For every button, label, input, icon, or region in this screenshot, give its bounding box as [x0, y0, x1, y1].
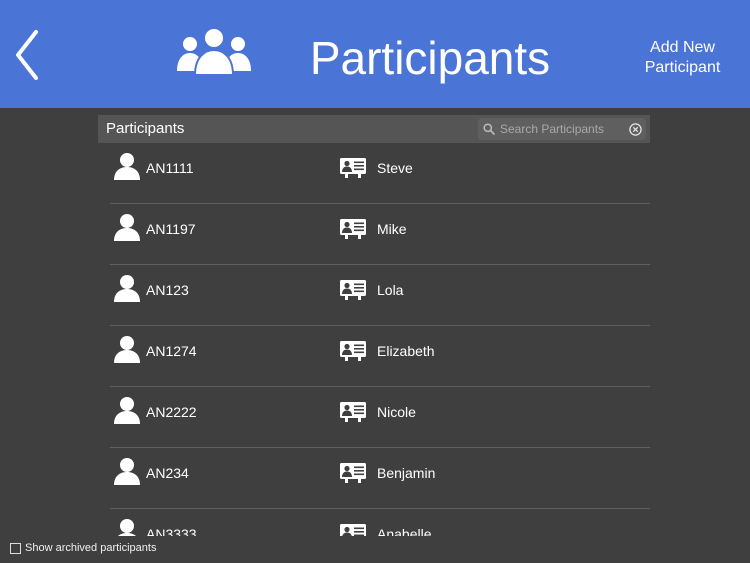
participant-name: Benjamin — [377, 465, 436, 481]
participant-name: Mike — [377, 221, 407, 237]
participant-name: Nicole — [377, 404, 416, 420]
participant-id: AN2222 — [146, 404, 197, 420]
participant-id: AN3333 — [146, 526, 197, 536]
participant-id: AN123 — [146, 282, 189, 298]
back-button[interactable] — [8, 26, 48, 84]
participant-id: AN1111 — [146, 160, 194, 176]
page-title: Participants — [309, 32, 551, 84]
contact-card-icon — [340, 341, 366, 361]
participants-list-header: Participants — [98, 115, 650, 143]
search-icon — [483, 123, 495, 135]
participant-row[interactable]: AN1274 Elizabeth — [110, 326, 650, 387]
participant-row[interactable]: AN3333 Anabelle — [110, 509, 650, 536]
contact-card-icon — [340, 158, 366, 178]
show-archived-label: Show archived participants — [25, 542, 157, 554]
app-header: Participants Add New Participant — [0, 0, 750, 108]
list-title: Participants — [106, 120, 185, 137]
contact-card-icon — [340, 524, 366, 536]
add-participant-button[interactable]: Add New Participant — [625, 38, 740, 78]
contact-card-icon — [340, 219, 366, 239]
person-icon — [114, 153, 140, 180]
participant-row[interactable]: AN2222 Nicole — [110, 387, 650, 448]
contact-card-icon — [340, 402, 366, 422]
person-icon — [114, 214, 140, 241]
person-icon — [114, 397, 140, 424]
participant-id: AN1197 — [146, 221, 196, 237]
participant-name: Lola — [377, 282, 404, 298]
participant-id: AN1274 — [146, 343, 197, 359]
person-icon — [114, 336, 140, 363]
participant-row[interactable]: AN234 Benjamin — [110, 448, 650, 509]
participant-name: Steve — [377, 160, 413, 176]
participant-name: Elizabeth — [377, 343, 435, 359]
person-icon — [118, 519, 136, 536]
chevron-left-icon — [16, 30, 38, 80]
contact-card-icon — [340, 463, 366, 483]
search-input[interactable] — [498, 118, 628, 140]
participant-name: Anabelle — [377, 526, 432, 536]
participant-id: AN234 — [146, 465, 189, 481]
person-icon — [114, 275, 140, 302]
participant-row[interactable]: AN1197 Mike — [110, 204, 650, 265]
group-icon — [174, 25, 254, 77]
person-icon — [114, 458, 140, 485]
participant-row[interactable]: AN123 Lola — [110, 265, 650, 326]
clear-search-icon[interactable] — [629, 123, 642, 136]
show-archived-checkbox[interactable] — [10, 543, 21, 554]
search-box[interactable] — [478, 118, 646, 140]
participant-row[interactable]: AN1111 Steve — [110, 143, 650, 204]
contact-card-icon — [340, 280, 366, 300]
participants-list[interactable]: AN1111 Steve AN1197 Mike AN123 Lola AN12… — [110, 143, 650, 536]
